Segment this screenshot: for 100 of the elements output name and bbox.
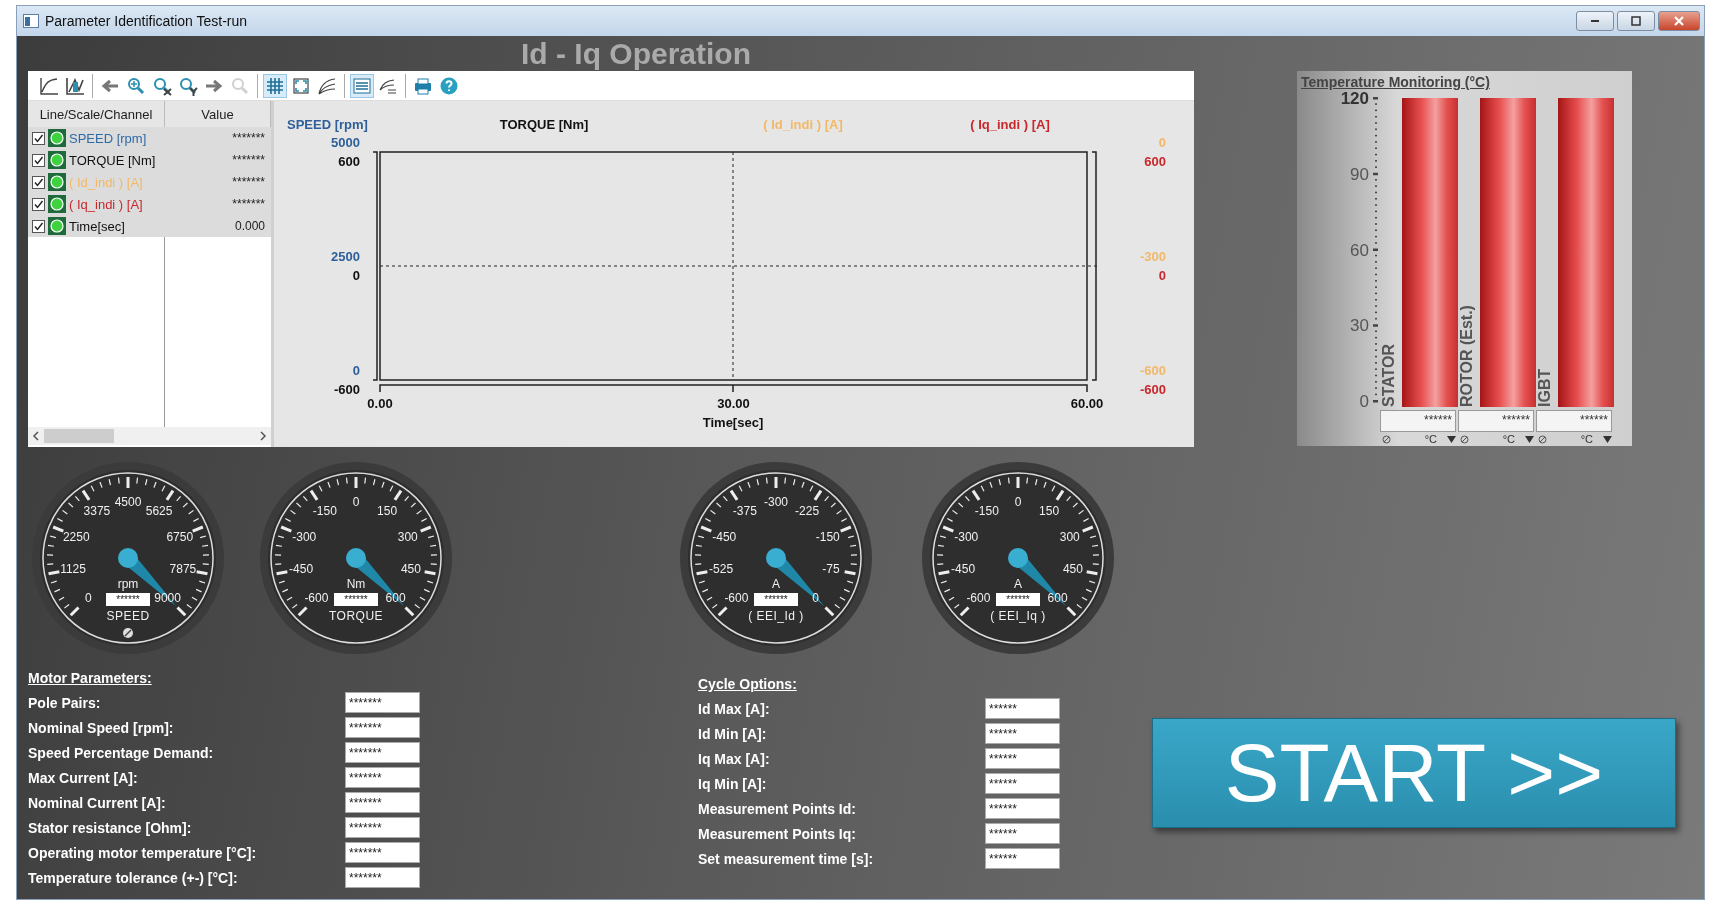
axis-label: 0: [1158, 268, 1166, 283]
scroll-thumb[interactable]: [44, 429, 114, 443]
checkbox[interactable]: [32, 197, 45, 211]
input-field[interactable]: ******: [985, 748, 1060, 769]
gauge-label: -300: [764, 495, 788, 509]
gauge-readout: ******: [334, 593, 378, 606]
curves-icon: [317, 75, 337, 96]
input-field[interactable]: ******: [985, 773, 1060, 794]
input-field[interactable]: *******: [345, 792, 420, 813]
checkbox[interactable]: [32, 153, 45, 167]
unit-label: rpm: [117, 577, 139, 591]
bar-label: STATOR: [1380, 342, 1398, 407]
axis-label: 60: [1350, 240, 1369, 260]
gauge-label: 450: [400, 561, 421, 576]
zoom-y-icon: [178, 75, 198, 96]
help-icon: [439, 75, 459, 96]
gauge-label: -225: [795, 504, 820, 519]
fit-icon: [291, 75, 311, 96]
axis-title: SPEED [rpm]: [287, 117, 368, 132]
gauge-label: 1125: [60, 561, 86, 576]
input-field[interactable]: ******: [985, 723, 1060, 744]
bar-label: IGBT: [1536, 367, 1554, 407]
unit-label: A: [1014, 577, 1022, 591]
caret-icon: [1447, 435, 1456, 443]
channel-name: ( Id_indi ) [A]: [69, 174, 143, 190]
gauge-readout: ******: [106, 593, 150, 606]
close-button[interactable]: [1658, 11, 1700, 31]
checkbox[interactable]: [32, 131, 45, 145]
status-icon: [48, 195, 66, 213]
gauge-label: 300: [397, 529, 418, 544]
checkbox[interactable]: [32, 175, 45, 189]
axis-label: 0: [352, 268, 360, 283]
axis-title: ( Iq_indi ) [A]: [970, 117, 1050, 132]
maximize-button[interactable]: [1617, 11, 1655, 31]
input-field[interactable]: ******: [985, 823, 1060, 844]
input-field[interactable]: *******: [345, 692, 420, 713]
gauge-name: SPEED: [106, 609, 150, 623]
input-field[interactable]: *******: [345, 717, 420, 738]
checkbox[interactable]: [32, 219, 45, 233]
gauge-label: 150: [377, 504, 398, 519]
window-title: Parameter Identification Test-run: [45, 13, 249, 29]
axis-label: 5000: [331, 135, 360, 150]
axis-label: 30: [1350, 316, 1369, 336]
channel-name: ( Iq_indi ) [A]: [69, 196, 143, 212]
reading-field: ******: [1536, 410, 1612, 432]
axis-label: -600: [333, 382, 360, 397]
input-field[interactable]: *******: [345, 742, 420, 763]
input-field[interactable]: ******: [985, 698, 1060, 719]
section-title: Cycle Options:: [698, 676, 798, 694]
table-cell: *******: [165, 171, 271, 193]
gauge-label: -150: [974, 504, 999, 519]
input-field[interactable]: *******: [345, 867, 420, 888]
axis-title: TORQUE [Nm]: [499, 117, 589, 132]
grid-icon: [265, 75, 285, 96]
gauge-label: 300: [1059, 529, 1080, 544]
caret-icon: [1603, 435, 1612, 443]
channel-name: Time[sec]: [69, 218, 125, 234]
maximize-icon: [1629, 15, 1643, 27]
field-label: Stator resistance [Ohm]:: [28, 819, 193, 836]
unit-label: °C: [1580, 433, 1593, 445]
axis-label: 30.00: [717, 396, 750, 411]
input-field[interactable]: ******: [985, 848, 1060, 869]
axis-label: -600: [1139, 363, 1166, 378]
field-label: Operating motor temperature [°C]:: [28, 844, 258, 861]
gauge-label: -600: [724, 590, 749, 605]
field-label: Max Current [A]:: [28, 769, 139, 786]
gauge-label: 3375: [83, 504, 111, 519]
gauge-label: -450: [289, 561, 314, 576]
input-field[interactable]: *******: [345, 817, 420, 838]
gauge-label: -300: [954, 529, 979, 544]
field-label: Iq Max [A]:: [698, 750, 771, 767]
axis-label: 0: [1158, 135, 1166, 150]
gauge-label: -600: [304, 590, 329, 605]
toolbar-button[interactable]: [263, 73, 287, 98]
gauge-label: 4500: [114, 495, 142, 509]
gauge-label: -150: [815, 529, 840, 544]
horizontal-scrollbar[interactable]: [28, 427, 271, 445]
zoom-in-icon: [126, 75, 146, 96]
unit-label: A: [772, 577, 780, 591]
status-icon: [48, 217, 66, 235]
reading-field: ******: [1380, 410, 1456, 432]
no-entry-icon: [1460, 434, 1469, 444]
input-field[interactable]: *******: [345, 767, 420, 788]
axis-label: 600: [338, 154, 360, 169]
gauge-label: 6750: [166, 529, 194, 544]
field-label: Set measurement time [s]:: [698, 850, 875, 867]
input-field[interactable]: ******: [985, 798, 1060, 819]
gauge-label: 0: [352, 495, 360, 509]
axis-label: -300: [1139, 249, 1166, 264]
gauge-label: -150: [312, 504, 337, 519]
unit-label: °C: [1424, 433, 1437, 445]
input-field[interactable]: *******: [345, 842, 420, 863]
gauge-label: -375: [732, 504, 757, 519]
reading-field: ******: [1458, 410, 1534, 432]
scroll-right-icon: [259, 431, 267, 441]
gauge-label: 0: [1014, 495, 1022, 509]
table-cell: *******: [165, 193, 271, 215]
gauge-label: -450: [712, 529, 737, 544]
status-icon: [48, 173, 66, 191]
minimize-button[interactable]: [1576, 11, 1614, 31]
